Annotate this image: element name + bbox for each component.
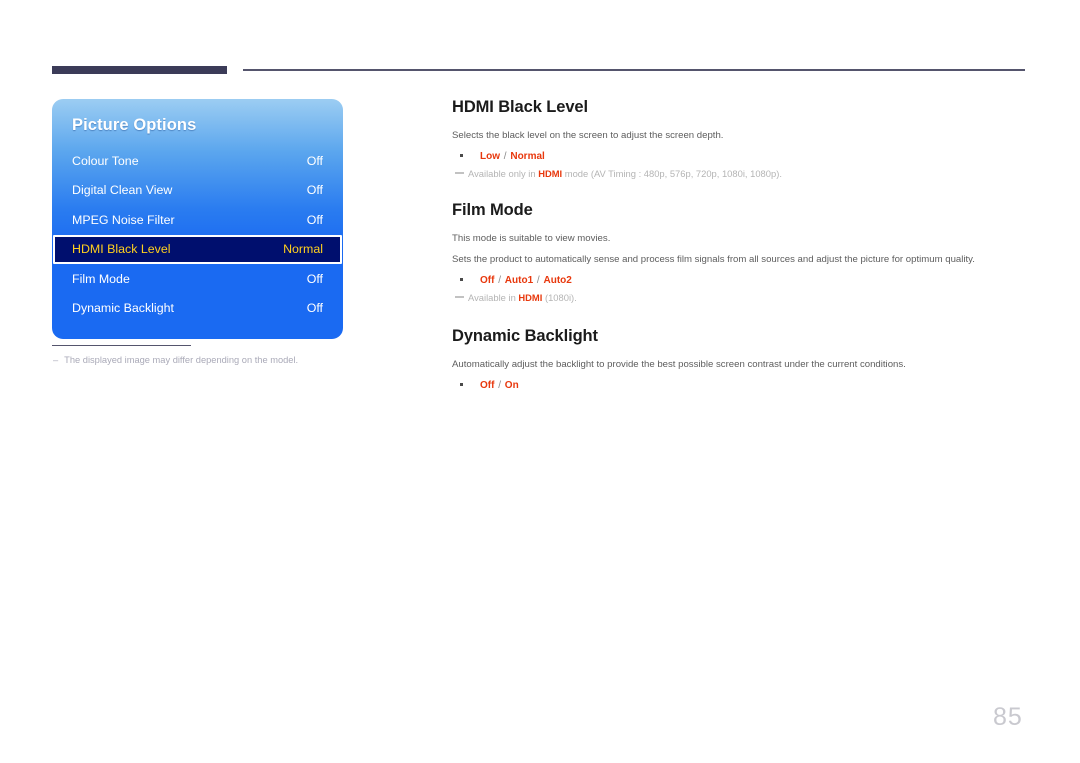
- osd-item-label: HDMI Black Level: [72, 242, 171, 257]
- section-heading: HDMI Black Level: [452, 98, 588, 116]
- header-rule-right: [243, 69, 1025, 71]
- bullet-dot-icon: [460, 153, 463, 157]
- section-description: Selects the black level on the screen to…: [452, 130, 724, 141]
- bullet-dot-icon: [460, 382, 463, 386]
- osd-item-label: Digital Clean View: [72, 183, 173, 198]
- option-values: Off / On: [480, 379, 519, 391]
- footnote-text: The displayed image may differ depending…: [64, 355, 299, 365]
- osd-item-label: Dynamic Backlight: [72, 301, 174, 316]
- header-bar-left: [52, 66, 227, 74]
- section-heading: Film Mode: [452, 200, 533, 219]
- footnote-model-disclaimer: – The displayed image may differ dependi…: [53, 355, 383, 365]
- option-list: Off / On: [452, 380, 1027, 391]
- option-values: Low / Normal: [480, 150, 545, 162]
- option-list: Off / Auto1 / Auto2: [452, 275, 1027, 286]
- section-description: This mode is suitable to view movies.: [452, 232, 611, 244]
- osd-item-value: Off: [306, 153, 323, 168]
- osd-menu-item-film-mode[interactable]: Film Mode Off: [52, 264, 343, 294]
- osd-menu-item-digital-clean-view[interactable]: Digital Clean View Off: [52, 176, 343, 206]
- option-values: Off / Auto1 / Auto2: [480, 274, 572, 286]
- osd-menu-item-colour-tone[interactable]: Colour Tone Off: [52, 146, 343, 176]
- osd-item-value: Off: [306, 183, 323, 198]
- osd-menu-title: Picture Options: [72, 116, 197, 134]
- section-hdmi-black-level: HDMI Black Level Selects the black level…: [452, 98, 1027, 179]
- osd-item-value: Normal: [283, 242, 323, 257]
- note-text: Available in HDMI (1080i).: [468, 291, 577, 303]
- section-description: Automatically adjust the backlight to pr…: [452, 358, 906, 370]
- option-list: Low / Normal: [452, 151, 1027, 162]
- note-dash-icon: [455, 296, 464, 298]
- section-note: Available only in HDMI mode (AV Timing :…: [452, 168, 1027, 179]
- osd-item-label: Colour Tone: [72, 153, 139, 168]
- bullet-dot-icon: [460, 277, 463, 281]
- section-heading: Dynamic Backlight: [452, 326, 598, 345]
- section-film-mode: Film Mode This mode is suitable to view …: [452, 201, 1027, 303]
- footnote-dash: –: [53, 355, 59, 365]
- osd-item-value: Off: [306, 212, 323, 227]
- osd-item-label: MPEG Noise Filter: [72, 212, 175, 227]
- section-description-2: Sets the product to automatically sense …: [452, 253, 975, 265]
- osd-menu-item-mpeg-noise-filter[interactable]: MPEG Noise Filter Off: [52, 205, 343, 235]
- footnote-divider: [52, 345, 191, 346]
- osd-item-label: Film Mode: [72, 271, 130, 286]
- osd-menu-item-dynamic-backlight[interactable]: Dynamic Backlight Off: [52, 294, 343, 324]
- osd-menu-panel: Picture Options Colour Tone Off Digital …: [52, 99, 343, 339]
- note-dash-icon: [455, 172, 464, 174]
- note-text: Available only in HDMI mode (AV Timing :…: [468, 167, 782, 179]
- section-note: Available in HDMI (1080i).: [452, 292, 1027, 303]
- content-column: HDMI Black Level Selects the black level…: [452, 98, 1027, 397]
- page-number: 85: [993, 703, 1023, 731]
- osd-menu-item-hdmi-black-level[interactable]: HDMI Black Level Normal: [53, 234, 342, 264]
- osd-item-value: Off: [306, 301, 323, 316]
- osd-item-value: Off: [306, 271, 323, 286]
- section-dynamic-backlight: Dynamic Backlight Automatically adjust t…: [452, 327, 1027, 391]
